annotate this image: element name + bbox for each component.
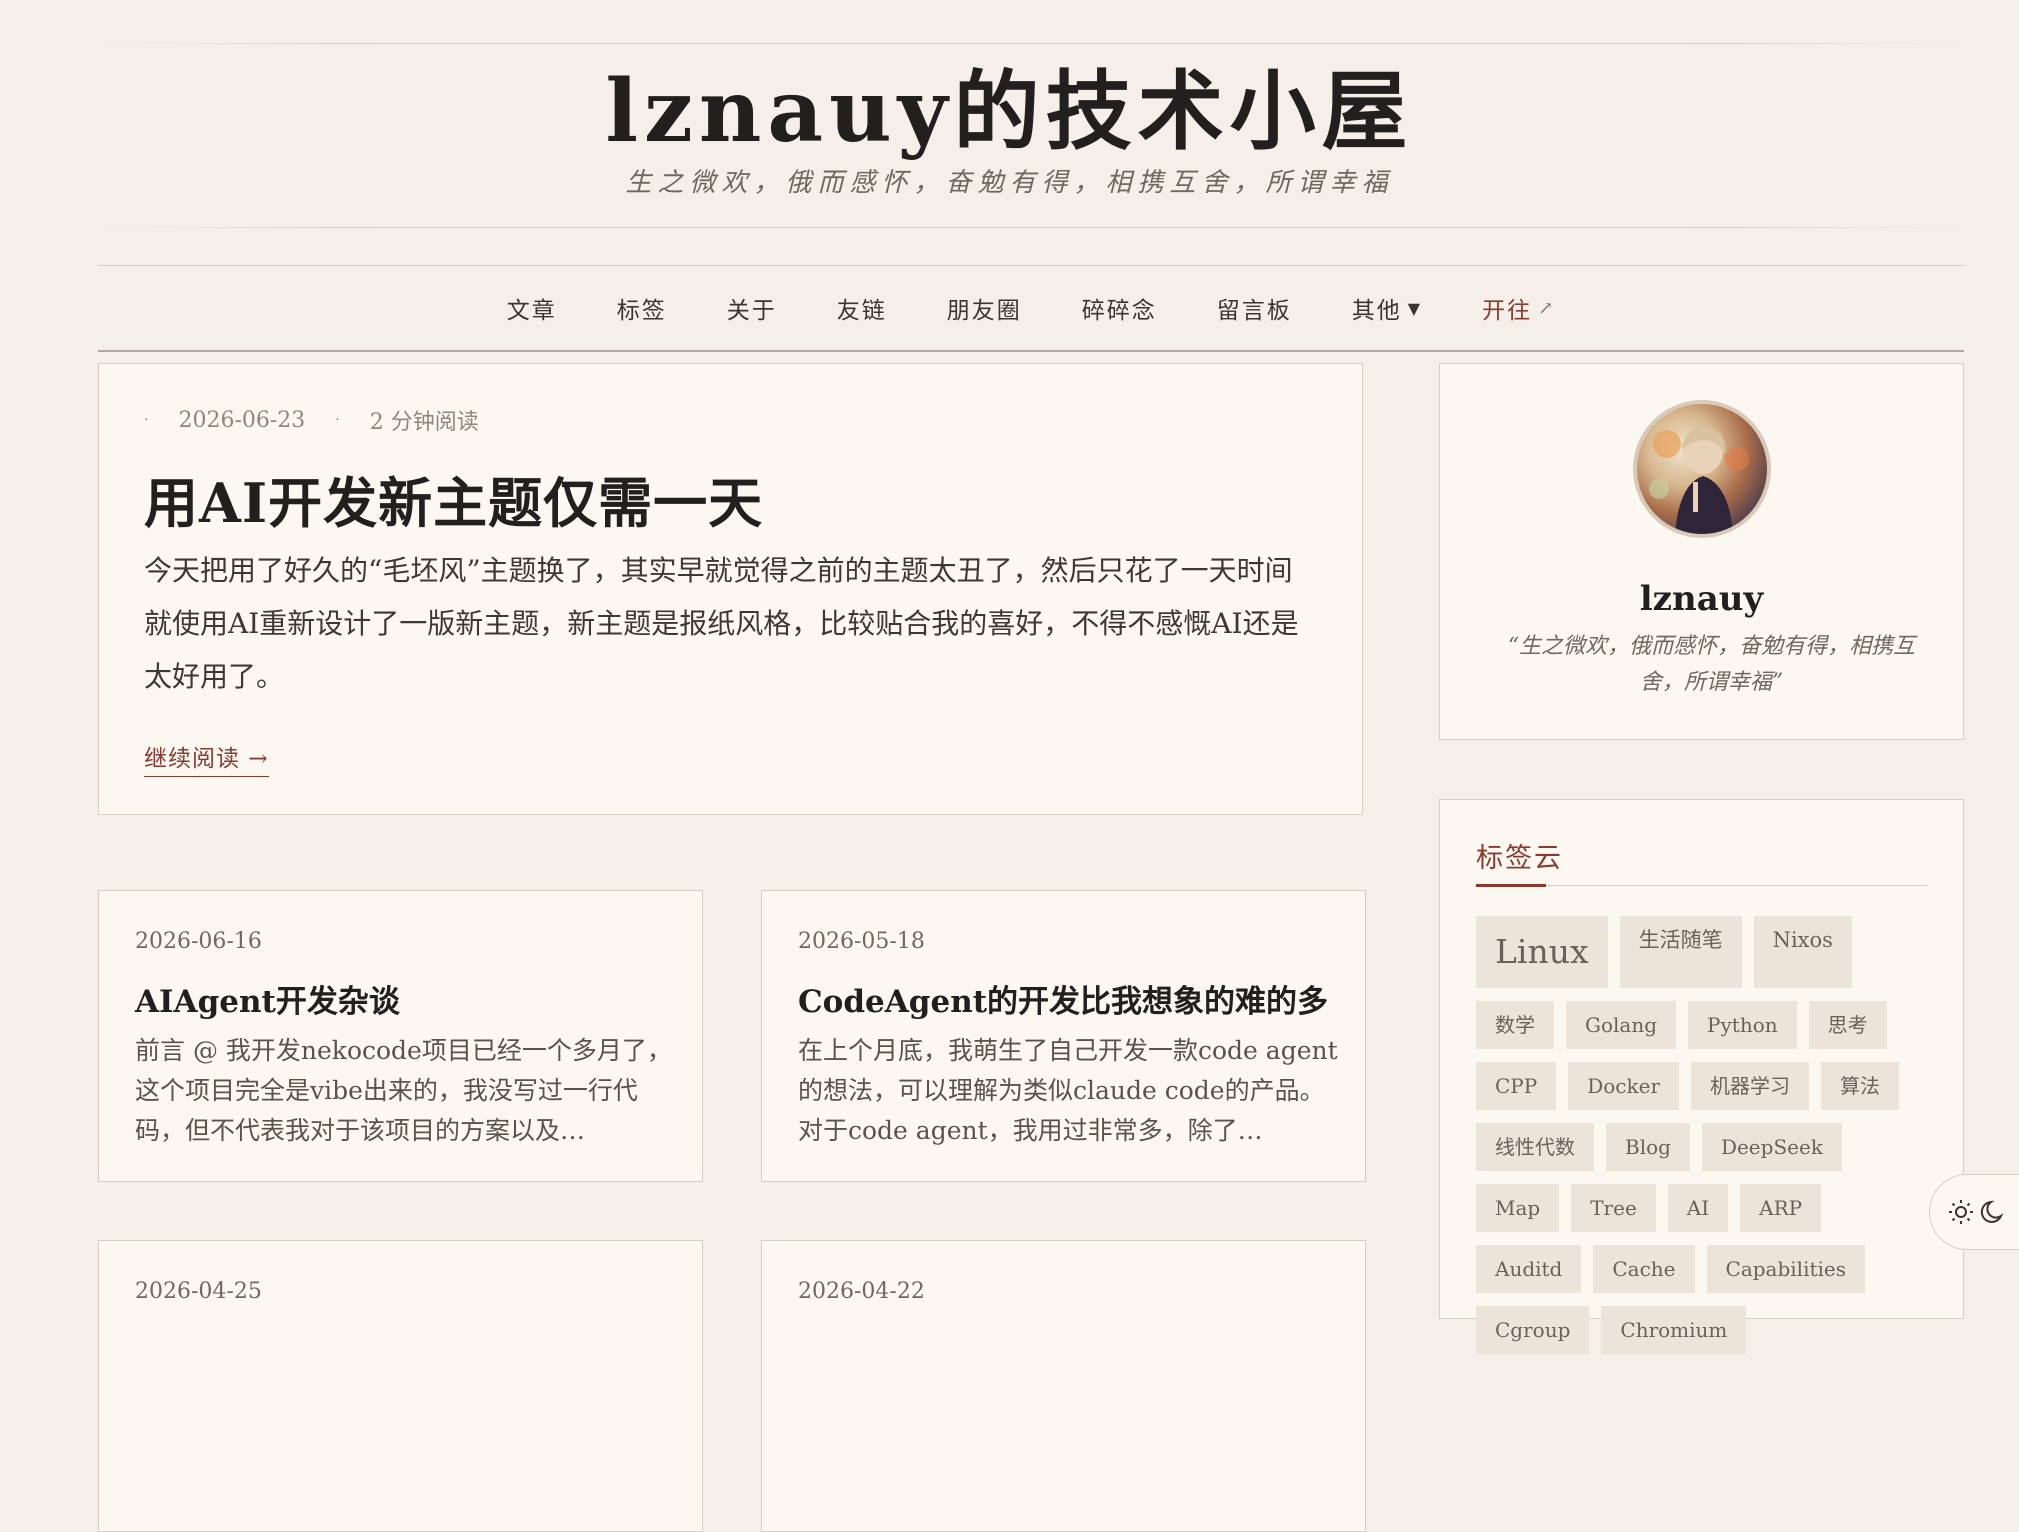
post-meta: · 2026-06-23 · 2 分钟阅读 [144,404,479,436]
nav-item-links[interactable]: 友链 [837,291,887,325]
tag[interactable]: Capabilities [1706,1245,1866,1293]
nav-item-other[interactable]: 其他 ▼ [1352,291,1422,325]
post-card[interactable]: 2026-04-22 [761,1240,1366,1532]
tag[interactable]: 线性代数 [1476,1123,1594,1171]
nav-item-label: 碎碎念 [1081,298,1157,324]
tag[interactable]: Tree [1571,1184,1656,1232]
post-card[interactable]: 2026-04-25 [98,1240,703,1532]
masthead-top-rule [98,43,1964,44]
post-date: 2026-06-16 [135,929,262,954]
avatar-illustration [1649,427,1749,534]
nav-item-label: 开往 [1482,298,1533,324]
nav-item-moments[interactable]: 朋友圈 [947,291,1022,325]
post-date: 2026-04-22 [798,1279,925,1304]
tag[interactable]: 算法 [1821,1062,1900,1110]
nav-item-label: 留言板 [1216,298,1292,324]
main-nav: 文章 标签 关于 友链 朋友圈 碎碎念 留言板 其他 ▼ 开往 ↗ [98,265,1964,352]
meta-dot: · [335,412,340,428]
profile-card: lznauy “生之微欢，俄而感怀，奋勉有得，相携互舍，所谓幸福” [1439,363,1964,740]
meta-dot: · [144,412,149,428]
moon-icon [1980,1200,2004,1223]
tag[interactable]: Golang [1566,1001,1677,1049]
tag[interactable]: AI [1667,1184,1729,1232]
profile-name: lznauy [1639,579,1764,619]
tag[interactable]: Cache [1593,1245,1695,1293]
tag[interactable]: ARP [1740,1184,1822,1232]
nav-item-label: 标签 [616,298,667,324]
tag[interactable]: Nixos [1753,916,1852,988]
read-more-link[interactable]: 继续阅读 → [144,739,269,777]
nav-item-label: 朋友圈 [946,298,1022,324]
tag-cloud-title: 标签云 [1476,843,1563,874]
tag-list: Linux 生活随笔 Nixos 数学 Golang Python 思考 CPP… [1476,916,1946,1367]
sun-icon [1949,1200,1973,1224]
nav-item-travelling[interactable]: 开往 ↗ [1482,291,1555,325]
post-card[interactable]: 2026-05-18 CodeAgent的开发比我想象的难的多 在上个月底，我萌… [761,890,1366,1182]
post-excerpt: 今天把用了好久的“毛坯风”主题换了，其实早就觉得之前的主题太丑了，然后只花了一天… [144,554,1299,693]
tag[interactable]: CPP [1476,1062,1557,1110]
profile-quote: “生之微欢，俄而感怀，奋勉有得，相携互舍，所谓幸福” [1507,634,1916,695]
tag[interactable]: Linux [1476,916,1608,988]
tag[interactable]: 生活随笔 [1619,916,1742,988]
tag[interactable]: Python [1688,1001,1797,1049]
site-subtitle: 生之微欢，俄而感怀，奋勉有得，相携互舍，所谓幸福 [625,168,1394,198]
nav-item-label: 文章 [506,298,557,324]
nav-item-about[interactable]: 关于 [727,291,777,325]
site-title[interactable]: lznauy的技术小屋 [0,62,2019,162]
tag[interactable]: Cgroup [1476,1306,1590,1354]
nav-item-murmurs[interactable]: 碎碎念 [1082,291,1157,325]
avatar[interactable] [1633,400,1771,538]
nav-item-tags[interactable]: 标签 [617,291,667,325]
theme-toggle-button[interactable] [1929,1174,2019,1250]
tag[interactable]: 思考 [1808,1001,1887,1049]
nav-item-articles[interactable]: 文章 [507,291,557,325]
sun-moon-icons [1949,1200,2004,1224]
post-title[interactable]: CodeAgent的开发比我想象的难的多 [798,976,1328,1021]
tag[interactable]: Chromium [1601,1306,1747,1354]
tag[interactable]: DeepSeek [1701,1123,1842,1171]
post-excerpt: 前言 @ 我开发nekocode项目已经一个多月了，这个项目完全是vibe出来的… [135,1036,672,1145]
post-title[interactable]: AIAgent开发杂谈 [135,976,400,1021]
nav-item-guestbook[interactable]: 留言板 [1217,291,1292,325]
post-date: 2026-06-23 [178,407,306,433]
tag[interactable]: Auditd [1476,1245,1582,1293]
nav-item-label: 关于 [726,298,777,324]
tag[interactable]: Map [1476,1184,1560,1232]
tag[interactable]: Blog [1606,1123,1690,1171]
masthead-bottom-rule [98,227,1964,228]
external-arrow-icon: ↗ [1538,297,1556,319]
post-date: 2026-05-18 [798,929,925,954]
tag-cloud-divider [1476,884,1927,887]
reading-time: 2 分钟阅读 [369,410,479,435]
nav-item-label: 其他 [1351,298,1402,324]
post-title[interactable]: 用AI开发新主题仅需一天 [144,459,763,538]
featured-post-card[interactable]: · 2026-06-23 · 2 分钟阅读 用AI开发新主题仅需一天 今天把用了… [98,363,1363,815]
post-card[interactable]: 2026-06-16 AIAgent开发杂谈 前言 @ 我开发nekocode项… [98,890,703,1182]
tag-cloud-card: 标签云 Linux 生活随笔 Nixos 数学 Golang Python 思考… [1439,799,1964,1354]
post-date: 2026-04-25 [135,1279,262,1304]
triangle-down-icon: ▼ [1407,298,1423,318]
post-excerpt: 在上个月底，我萌生了自己开发一款code agent的想法，可以理解为类似cla… [798,1036,1338,1145]
nav-item-label: 友链 [836,298,887,324]
tag[interactable]: 数学 [1476,1001,1554,1049]
tag[interactable]: Docker [1568,1062,1680,1110]
tag[interactable]: 机器学习 [1691,1062,1810,1110]
